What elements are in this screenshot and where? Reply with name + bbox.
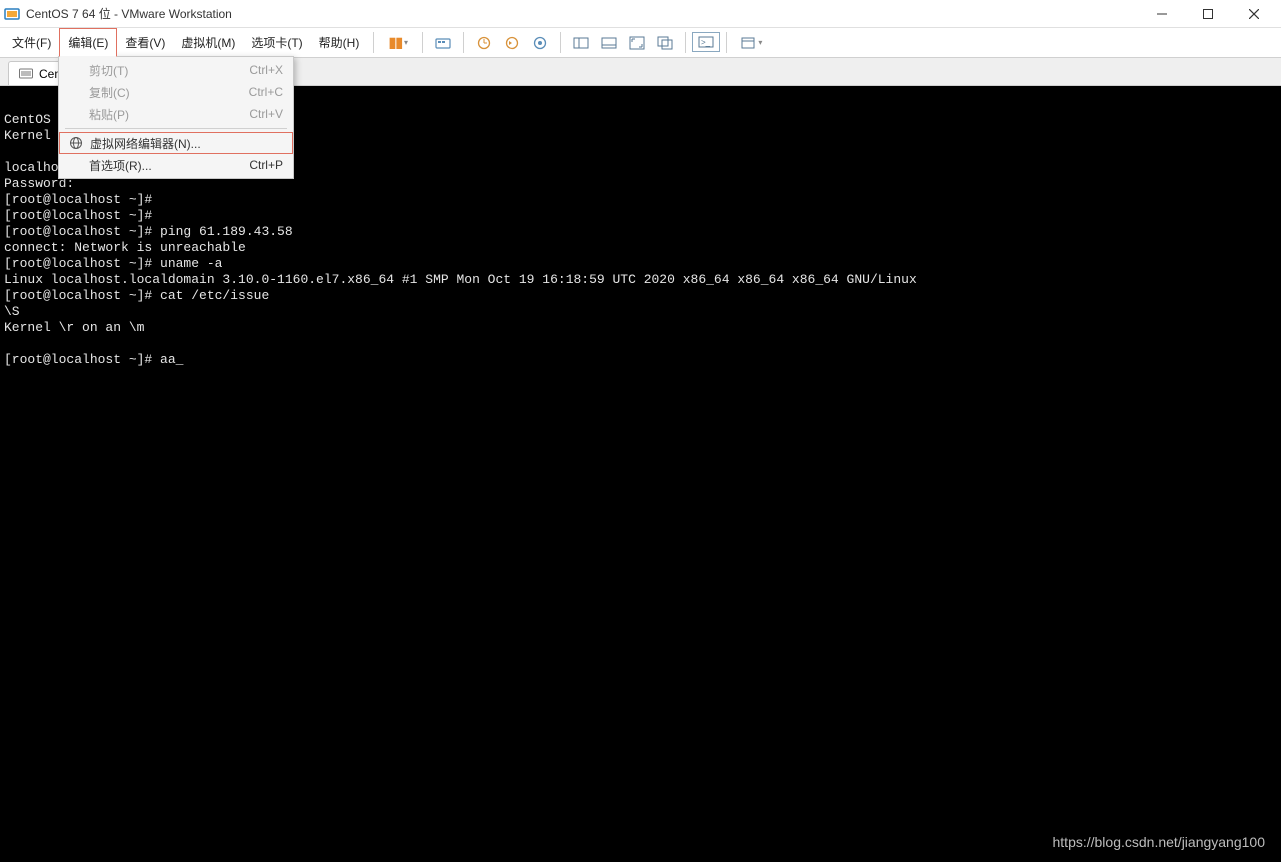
watermark-text: https://blog.csdn.net/jiangyang100	[1053, 834, 1266, 850]
menu-separator	[65, 128, 287, 129]
menu-item-shortcut: Ctrl+C	[249, 85, 283, 99]
snapshot-manager-button[interactable]	[526, 28, 554, 57]
snapshot-revert-button[interactable]	[498, 28, 526, 57]
menu-item-label: 剪切(T)	[85, 62, 249, 79]
globe-icon	[66, 136, 86, 150]
menu-item-label: 虚拟网络编辑器(N)...	[86, 135, 282, 152]
terminal-line: localho	[4, 160, 59, 175]
menu-edit[interactable]: 编辑(E)	[59, 28, 117, 57]
chevron-down-icon: ▾	[404, 38, 408, 47]
chevron-down-icon: ▾	[758, 38, 762, 47]
terminal-line: Kernel \r on an \m	[4, 320, 144, 335]
terminal-line: [root@localhost ~]#	[4, 208, 152, 223]
svg-text:>_: >_	[701, 38, 711, 47]
toolbar-separator	[373, 32, 374, 53]
menu-item-preferences[interactable]: 首选项(R)... Ctrl+P	[59, 154, 293, 176]
menu-item-label: 粘贴(P)	[85, 106, 249, 123]
menu-item-shortcut: Ctrl+V	[249, 107, 283, 121]
view-thumbnail-button[interactable]	[595, 28, 623, 57]
view-single-button[interactable]	[567, 28, 595, 57]
menu-help[interactable]: 帮助(H)	[311, 28, 368, 57]
terminal-line: connect: Network is unreachable	[4, 240, 246, 255]
window-controls	[1139, 0, 1277, 28]
menu-item-label: 复制(C)	[85, 84, 249, 101]
menu-item-virtual-network-editor[interactable]: 虚拟网络编辑器(N)...	[59, 132, 293, 154]
pause-icon: ▮▮	[389, 34, 402, 51]
toolbar-separator	[560, 32, 561, 53]
menu-file[interactable]: 文件(F)	[4, 28, 59, 57]
fullscreen-button[interactable]	[623, 28, 651, 57]
close-button[interactable]	[1231, 0, 1277, 28]
terminal-console[interactable]: CentOS Kernel 86_64 localho Password: [r…	[0, 86, 1281, 862]
menu-vm[interactable]: 虚拟机(M)	[173, 28, 243, 57]
terminal-line: CentOS	[4, 112, 59, 127]
snapshot-take-button[interactable]	[470, 28, 498, 57]
vm-tab-icon	[19, 67, 33, 81]
terminal-line: Linux localhost.localdomain 3.10.0-1160.…	[4, 272, 917, 287]
menu-item-shortcut: Ctrl+P	[249, 158, 283, 172]
terminal-line: [root@localhost ~]# ping 61.189.43.58	[4, 224, 293, 239]
menu-item-paste[interactable]: 粘贴(P) Ctrl+V	[59, 103, 293, 125]
toolbar-separator	[685, 32, 686, 53]
menu-item-shortcut: Ctrl+X	[249, 63, 283, 77]
suspend-button[interactable]: ▮▮▾	[380, 28, 416, 57]
menu-bar: 文件(F) 编辑(E) 查看(V) 虚拟机(M) 选项卡(T) 帮助(H) ▮▮…	[0, 28, 1281, 58]
toolbar-separator	[726, 32, 727, 53]
maximize-button[interactable]	[1185, 0, 1231, 28]
console-view-button[interactable]: >_	[692, 32, 720, 52]
toolbar-separator	[463, 32, 464, 53]
terminal-line: [root@localhost ~]# uname -a	[4, 256, 222, 271]
menu-item-label: 首选项(R)...	[85, 157, 249, 174]
unity-button[interactable]	[651, 28, 679, 57]
menu-tabs[interactable]: 选项卡(T)	[243, 28, 310, 57]
window-title: CentOS 7 64 位 - VMware Workstation	[26, 5, 232, 22]
toolbar-separator	[422, 32, 423, 53]
title-bar: CentOS 7 64 位 - VMware Workstation	[0, 0, 1281, 28]
terminal-line: [root@localhost ~]# aa_	[4, 352, 183, 367]
stretch-guest-button[interactable]: ▾	[733, 28, 769, 57]
menu-item-copy[interactable]: 复制(C) Ctrl+C	[59, 81, 293, 103]
minimize-button[interactable]	[1139, 0, 1185, 28]
terminal-line: \S	[4, 304, 20, 319]
send-ctrl-alt-del-button[interactable]	[429, 28, 457, 57]
menu-item-cut[interactable]: 剪切(T) Ctrl+X	[59, 59, 293, 81]
vmware-app-icon	[4, 6, 20, 22]
terminal-line: [root@localhost ~]# cat /etc/issue	[4, 288, 269, 303]
menu-view[interactable]: 查看(V)	[117, 28, 173, 57]
edit-dropdown-menu: 剪切(T) Ctrl+X 复制(C) Ctrl+C 粘贴(P) Ctrl+V 虚…	[58, 56, 294, 179]
terminal-line: [root@localhost ~]#	[4, 192, 152, 207]
